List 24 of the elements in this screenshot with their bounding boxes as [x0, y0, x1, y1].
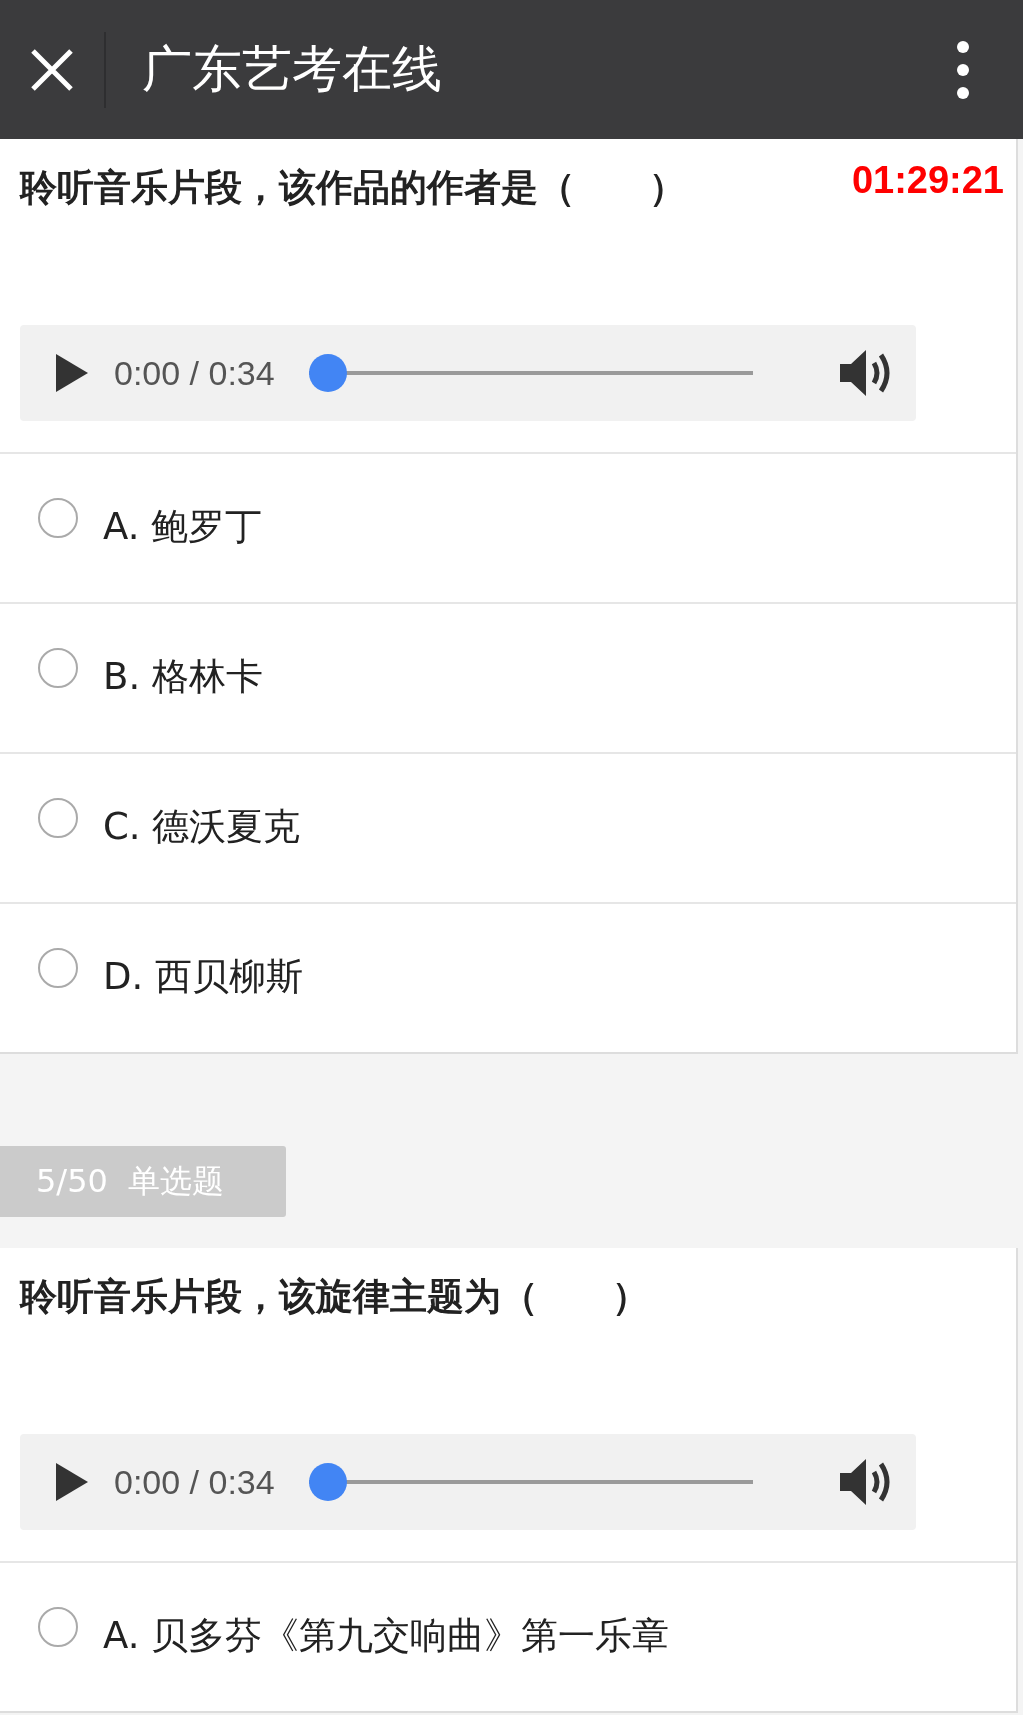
time-display: 0:00 / 0:34 — [114, 353, 275, 393]
slider-thumb[interactable] — [308, 1463, 347, 1501]
radio-button[interactable] — [38, 1607, 78, 1647]
play-button[interactable] — [54, 1461, 90, 1503]
countdown-timer: 01:29:21 — [851, 159, 1004, 202]
option-label[interactable]: C. 德沃夏克 — [103, 802, 301, 852]
option-label[interactable]: A. 贝多芬《第九交响曲》第一乐章 — [103, 1611, 670, 1661]
option-label[interactable]: A. 鲍罗丁 — [103, 502, 263, 552]
radio-button[interactable] — [38, 498, 78, 538]
radio-button[interactable] — [38, 798, 78, 838]
radio-button[interactable] — [38, 948, 78, 988]
option-label[interactable]: B. 格林卡 — [103, 652, 263, 702]
play-icon — [54, 1461, 90, 1503]
time-display: 0:00 / 0:34 — [114, 1462, 275, 1502]
close-icon — [29, 46, 75, 93]
question-text: 聆听音乐片段，该旋律主题为（ ） — [20, 1274, 649, 1320]
question-text: 聆听音乐片段，该作品的作者是（ ） — [20, 165, 686, 211]
window-title: 广东艺考在线 — [142, 39, 443, 100]
slider-thumb[interactable] — [308, 354, 347, 392]
more-icon — [956, 39, 970, 100]
option-label[interactable]: D. 西贝柳斯 — [103, 952, 303, 1002]
radio-button[interactable] — [38, 648, 78, 688]
play-button[interactable] — [54, 352, 90, 394]
play-icon — [54, 352, 90, 394]
